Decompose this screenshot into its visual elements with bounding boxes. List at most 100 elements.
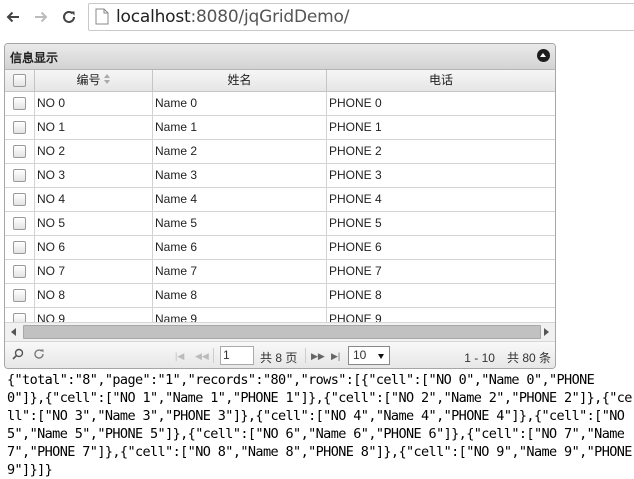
row-select-cell bbox=[5, 212, 35, 235]
rows-per-page-value: 10 bbox=[353, 348, 367, 362]
row-select-cell bbox=[5, 284, 35, 307]
address-bar[interactable]: localhost:8080/jqGridDemo/ bbox=[88, 3, 634, 31]
column-header-id[interactable]: 编号 bbox=[35, 70, 153, 91]
cell-name: Name 6 bbox=[153, 236, 327, 259]
cell-name: Name 3 bbox=[153, 164, 327, 187]
scroll-right-icon[interactable] bbox=[544, 328, 549, 336]
reload-icon[interactable] bbox=[58, 6, 80, 28]
cell-id: NO 3 bbox=[35, 164, 153, 187]
table-row[interactable]: NO 4 Name 4 PHONE 4 bbox=[5, 188, 555, 212]
page-number-input[interactable]: 1 bbox=[220, 346, 254, 365]
next-page-icon[interactable]: ▶▶ bbox=[311, 351, 325, 362]
row-select-cell bbox=[5, 140, 35, 163]
total-pages: 共 8 页 bbox=[260, 351, 298, 365]
column-header-name[interactable]: 姓名 bbox=[153, 70, 327, 91]
row-select-cell bbox=[5, 92, 35, 115]
cell-name: Name 7 bbox=[153, 260, 327, 283]
row-select-cell bbox=[5, 236, 35, 259]
chevron-down-icon bbox=[378, 354, 384, 359]
cell-id: NO 7 bbox=[35, 260, 153, 283]
row-checkbox[interactable] bbox=[13, 313, 26, 322]
cell-name: Name 5 bbox=[153, 212, 327, 235]
back-arrow-icon[interactable] bbox=[2, 6, 24, 28]
cell-name: Name 2 bbox=[153, 140, 327, 163]
table-row[interactable]: NO 0 Name 0 PHONE 0 bbox=[5, 92, 555, 116]
cell-id: NO 9 bbox=[35, 308, 153, 322]
collapse-toggle-icon[interactable] bbox=[537, 49, 550, 62]
column-header-phone[interactable]: 电话 bbox=[327, 70, 555, 91]
grid-header: 编号 姓名 电话 bbox=[5, 70, 555, 92]
grid-caption-bar: 信息显示 bbox=[5, 44, 555, 70]
scroll-left-icon[interactable] bbox=[11, 328, 16, 336]
cell-id: NO 1 bbox=[35, 116, 153, 139]
grid-pager: |◀ ◀◀ 1 共 8 页 ▶▶ ▶| 10 1 - 10 共 80 条 bbox=[5, 342, 555, 368]
cell-id: NO 5 bbox=[35, 212, 153, 235]
grid-caption: 信息显示 bbox=[10, 51, 59, 65]
cell-name: Name 9 bbox=[153, 308, 327, 322]
row-select-cell bbox=[5, 260, 35, 283]
column-header-label: 姓名 bbox=[227, 73, 252, 87]
row-select-cell bbox=[5, 308, 35, 322]
table-row[interactable]: NO 5 Name 5 PHONE 5 bbox=[5, 212, 555, 236]
records-info: 1 - 10 共 80 条 bbox=[464, 351, 551, 365]
row-select-cell bbox=[5, 164, 35, 187]
table-row[interactable]: NO 7 Name 7 PHONE 7 bbox=[5, 260, 555, 284]
horizontal-scrollbar[interactable] bbox=[5, 322, 555, 342]
row-checkbox[interactable] bbox=[13, 121, 26, 134]
cell-phone: PHONE 8 bbox=[329, 288, 382, 302]
table-row[interactable]: NO 9 Name 9 PHONE 9 bbox=[5, 308, 555, 322]
url-path: :8080/jqGridDemo/ bbox=[190, 7, 350, 27]
cell-phone: PHONE 4 bbox=[329, 192, 382, 206]
table-row[interactable]: NO 3 Name 3 PHONE 3 bbox=[5, 164, 555, 188]
refresh-icon[interactable] bbox=[33, 348, 45, 363]
select-all-header bbox=[5, 70, 35, 91]
cell-id: NO 4 bbox=[35, 188, 153, 211]
cell-id: NO 6 bbox=[35, 236, 153, 259]
row-checkbox[interactable] bbox=[13, 217, 26, 230]
first-page-icon[interactable]: |◀ bbox=[175, 351, 184, 362]
cell-phone: PHONE 6 bbox=[329, 240, 382, 254]
forward-arrow-icon[interactable] bbox=[30, 6, 52, 28]
row-select-cell bbox=[5, 188, 35, 211]
row-checkbox[interactable] bbox=[13, 169, 26, 182]
cell-phone: PHONE 3 bbox=[329, 168, 382, 182]
table-row[interactable]: NO 6 Name 6 PHONE 6 bbox=[5, 236, 555, 260]
row-checkbox[interactable] bbox=[13, 289, 26, 302]
cell-name: Name 0 bbox=[153, 92, 327, 115]
cell-id: NO 2 bbox=[35, 140, 153, 163]
cell-id: NO 0 bbox=[35, 92, 153, 115]
prev-page-icon[interactable]: ◀◀ bbox=[195, 351, 209, 362]
url-host: localhost bbox=[116, 7, 191, 27]
row-select-cell bbox=[5, 116, 35, 139]
data-grid: 信息显示 编号 姓名 电话 NO 0 Name 0 PHONE 0 NO 1 Name… bbox=[4, 43, 556, 369]
cell-id: NO 8 bbox=[35, 284, 153, 307]
row-checkbox[interactable] bbox=[13, 241, 26, 254]
search-icon[interactable] bbox=[12, 348, 24, 363]
row-checkbox[interactable] bbox=[13, 145, 26, 158]
pager-separator bbox=[305, 348, 306, 363]
column-header-label: 编号 bbox=[76, 73, 101, 87]
browser-toolbar: localhost:8080/jqGridDemo/ bbox=[0, 0, 634, 34]
row-checkbox[interactable] bbox=[13, 193, 26, 206]
url-text: localhost:8080/jqGridDemo/ bbox=[116, 7, 349, 27]
json-response-text: {"total":"8","page":"1","records":"80","… bbox=[7, 372, 632, 478]
select-all-checkbox[interactable] bbox=[13, 74, 26, 87]
row-checkbox[interactable] bbox=[13, 265, 26, 278]
column-header-label: 电话 bbox=[428, 73, 453, 87]
table-row[interactable]: NO 2 Name 2 PHONE 2 bbox=[5, 140, 555, 164]
cell-name: Name 4 bbox=[153, 188, 327, 211]
table-row[interactable]: NO 8 Name 8 PHONE 8 bbox=[5, 284, 555, 308]
last-page-icon[interactable]: ▶| bbox=[331, 351, 340, 362]
cell-phone: PHONE 1 bbox=[329, 120, 382, 134]
rows-per-page-select[interactable]: 10 bbox=[348, 346, 390, 365]
cell-name: Name 8 bbox=[153, 284, 327, 307]
cell-name: Name 1 bbox=[153, 116, 327, 139]
cell-phone: PHONE 2 bbox=[329, 144, 382, 158]
cell-phone: PHONE 7 bbox=[329, 264, 382, 278]
scrollbar-thumb[interactable] bbox=[23, 325, 541, 339]
pager-separator bbox=[213, 348, 214, 363]
table-row[interactable]: NO 1 Name 1 PHONE 1 bbox=[5, 116, 555, 140]
sort-icon bbox=[103, 74, 111, 85]
row-checkbox[interactable] bbox=[13, 97, 26, 110]
grid-body: NO 0 Name 0 PHONE 0 NO 1 Name 1 PHONE 1 NO 2… bbox=[5, 92, 555, 322]
